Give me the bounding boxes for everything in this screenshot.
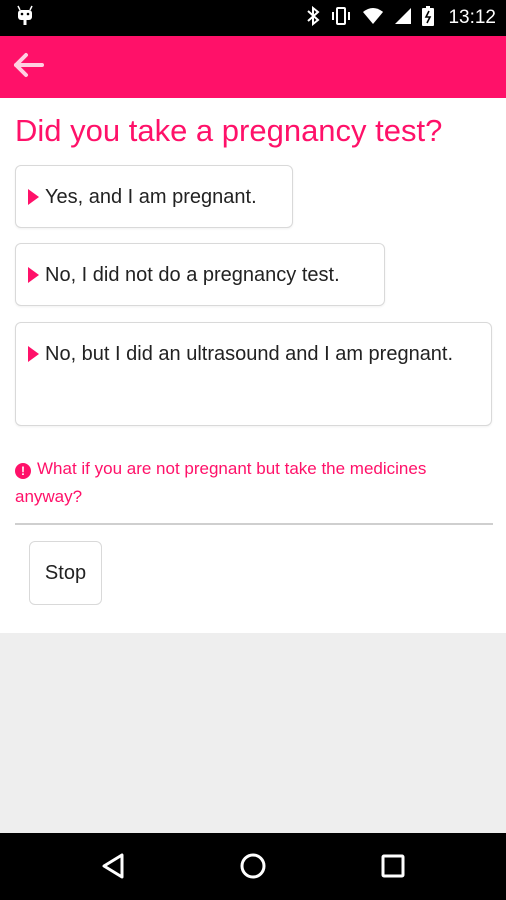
option-no-test[interactable]: No, I did not do a pregnancy test. (15, 243, 385, 306)
nav-back-button[interactable] (98, 853, 128, 883)
nav-recents-button[interactable] (378, 853, 408, 883)
wifi-icon (362, 7, 384, 30)
play-arrow-icon (28, 346, 39, 362)
option-label: No, but I did an ultrasound and I am pre… (45, 343, 454, 365)
info-text: What if you are not pregnant but take th… (15, 459, 427, 506)
android-icon (14, 5, 36, 32)
status-time: 13:12 (448, 7, 496, 28)
battery-icon (422, 5, 435, 31)
info-icon: ! (15, 463, 31, 479)
back-button[interactable] (10, 49, 46, 85)
option-yes-pregnant[interactable]: Yes, and I am pregnant. (15, 165, 293, 228)
question-title: Did you take a pregnancy test? (15, 113, 443, 148)
play-arrow-icon (28, 267, 39, 283)
stop-button[interactable]: Stop (29, 541, 102, 605)
nav-home-button[interactable] (238, 853, 268, 883)
bluetooth-icon (306, 5, 320, 31)
main-content: Did you take a pregnancy test? Yes, and … (0, 98, 506, 633)
option-label: No, I did not do a pregnancy test. (45, 264, 340, 286)
back-triangle-icon (100, 852, 126, 885)
recents-square-icon (380, 853, 406, 884)
vibrate-icon (330, 6, 352, 31)
info-link[interactable]: ! What if you are not pregnant but take t… (15, 455, 495, 511)
option-ultrasound-pregnant[interactable]: No, but I did an ultrasound and I am pre… (15, 322, 492, 426)
play-arrow-icon (28, 189, 39, 205)
divider (15, 523, 493, 525)
app-bar (0, 36, 506, 98)
home-circle-icon (239, 852, 267, 885)
navigation-bar (0, 833, 506, 900)
status-bar: 13:12 (0, 0, 506, 36)
signal-icon (394, 7, 412, 30)
arrow-left-icon (12, 52, 44, 83)
option-label: Yes, and I am pregnant. (45, 186, 257, 208)
